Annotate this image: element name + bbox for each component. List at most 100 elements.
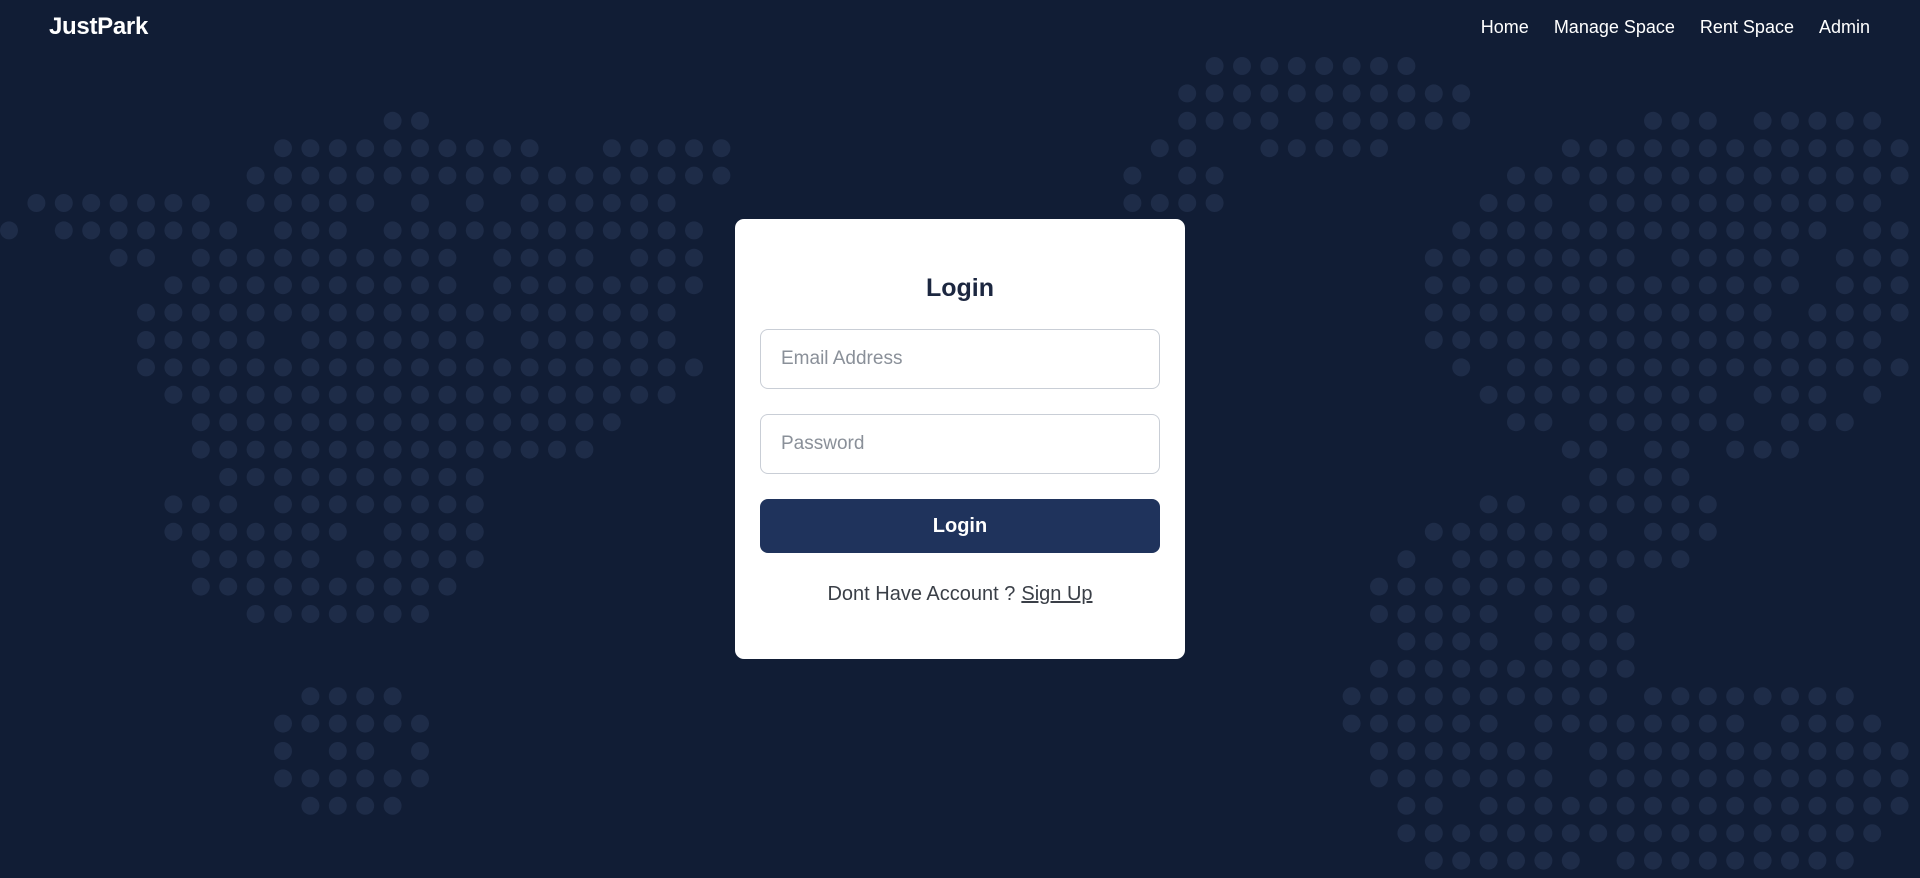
map-dot	[438, 550, 457, 569]
map-dot	[328, 385, 347, 404]
map-dot	[1589, 796, 1608, 815]
map-dot	[1781, 851, 1799, 870]
nav-rent-space-link[interactable]: Rent Space	[1700, 17, 1794, 38]
map-dot	[1315, 57, 1334, 75]
map-dot	[657, 194, 676, 212]
map-dot	[191, 276, 210, 295]
map-dot	[1589, 550, 1608, 569]
map-dot	[493, 440, 512, 459]
map-dot	[1644, 166, 1662, 185]
map-dot	[1781, 166, 1799, 185]
map-dot	[548, 303, 566, 322]
map-dot	[1726, 769, 1745, 788]
map-dot	[1726, 687, 1745, 706]
map-dot	[1781, 687, 1799, 706]
map-dot	[356, 468, 375, 486]
map-dot	[493, 385, 512, 404]
brand-logo[interactable]: JustPark	[49, 13, 148, 41]
map-dot	[191, 358, 210, 377]
map-dot	[1863, 111, 1882, 130]
map-dot	[1479, 687, 1498, 706]
map-dot	[1342, 714, 1361, 733]
login-button[interactable]: Login	[760, 499, 1160, 553]
map-dot	[246, 385, 265, 404]
map-dot	[685, 221, 703, 240]
map-dot	[301, 714, 320, 733]
map-dot	[1507, 796, 1525, 815]
map-dot	[1671, 139, 1690, 158]
map-dot	[383, 687, 402, 706]
map-dot	[602, 331, 621, 349]
map-dot	[438, 248, 457, 267]
password-field[interactable]	[760, 414, 1160, 474]
map-dot	[1753, 276, 1772, 295]
email-field[interactable]	[760, 329, 1160, 389]
map-dot	[1616, 358, 1635, 377]
map-dot	[109, 194, 128, 212]
map-dot	[383, 796, 402, 815]
map-dot	[383, 385, 402, 404]
map-dot	[1561, 714, 1580, 733]
map-dot	[712, 139, 731, 158]
map-dot	[383, 248, 402, 267]
map-dot	[274, 769, 292, 788]
map-dot	[1452, 687, 1471, 706]
map-dot	[1698, 495, 1717, 514]
map-dot	[383, 221, 402, 240]
map-dot	[1479, 742, 1498, 760]
map-dot	[1424, 632, 1443, 651]
map-dot	[274, 742, 292, 760]
map-dot	[1534, 687, 1553, 706]
map-dot	[246, 194, 265, 212]
map-dot	[1342, 84, 1361, 103]
map-dot	[219, 440, 238, 459]
map-dot	[219, 248, 238, 267]
map-dot	[274, 303, 292, 322]
map-dot	[1589, 166, 1608, 185]
map-dot	[630, 358, 649, 377]
nav-home-link[interactable]: Home	[1481, 17, 1529, 38]
map-dot	[1370, 57, 1388, 75]
map-dot	[630, 276, 649, 295]
map-dot	[1644, 385, 1662, 404]
map-dot	[246, 413, 265, 432]
map-dot	[82, 221, 101, 240]
map-dot	[520, 248, 539, 267]
map-dot	[1644, 495, 1662, 514]
map-dot	[1616, 659, 1635, 678]
map-dot	[1753, 687, 1772, 706]
map-dot	[1233, 84, 1251, 103]
map-dot	[1671, 221, 1690, 240]
nav-manage-space-link[interactable]: Manage Space	[1554, 17, 1675, 38]
map-dot	[685, 248, 703, 267]
map-dot	[602, 166, 621, 185]
signup-link[interactable]: Sign Up	[1021, 583, 1092, 605]
map-dot	[1698, 166, 1717, 185]
map-dot	[219, 522, 238, 541]
map-dot	[1589, 769, 1608, 788]
map-dot	[301, 687, 320, 706]
map-dot	[1424, 577, 1443, 596]
map-dot	[520, 166, 539, 185]
map-dot	[1671, 385, 1690, 404]
map-dot	[1890, 248, 1909, 267]
map-dot	[383, 714, 402, 733]
map-dot	[1507, 550, 1525, 569]
nav-links: Home Manage Space Rent Space Admin	[1481, 17, 1870, 38]
map-dot	[685, 139, 703, 158]
map-dot	[1644, 687, 1662, 706]
map-dot	[1753, 111, 1772, 130]
map-dot	[1315, 84, 1334, 103]
map-dot	[301, 385, 320, 404]
map-dot	[1397, 687, 1416, 706]
map-dot	[1342, 111, 1361, 130]
map-dot	[1671, 714, 1690, 733]
map-dot	[1534, 577, 1553, 596]
map-dot	[1397, 605, 1416, 623]
map-dot	[411, 742, 429, 760]
map-dot	[328, 687, 347, 706]
map-dot	[1178, 194, 1197, 212]
nav-admin-link[interactable]: Admin	[1819, 17, 1870, 38]
map-dot	[1781, 139, 1799, 158]
map-dot	[1808, 194, 1827, 212]
